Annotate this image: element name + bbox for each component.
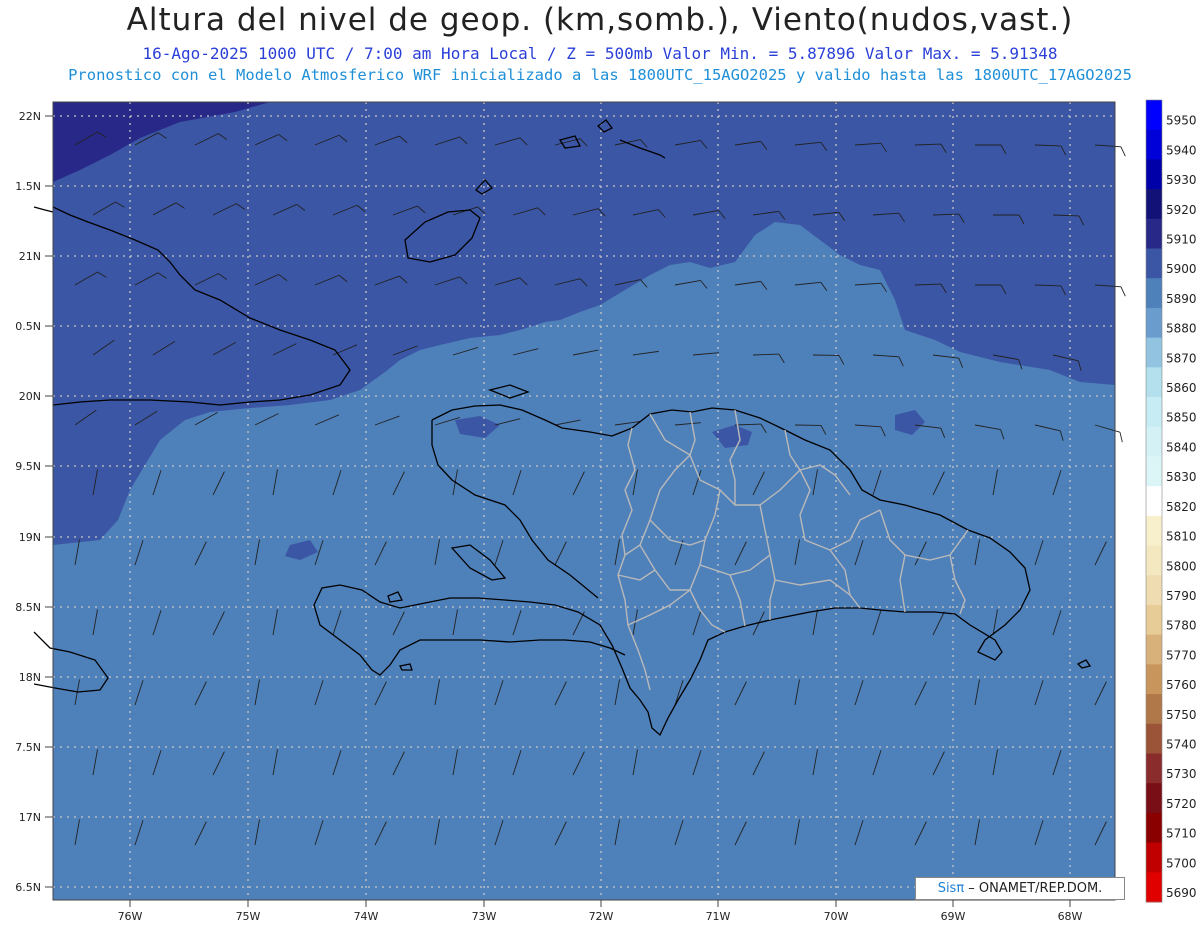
colorbar-swatch [1146, 842, 1162, 873]
colorbar-label: 5920 [1166, 203, 1197, 217]
colorbar-swatch [1146, 367, 1162, 398]
lat-label: 17N [19, 811, 41, 824]
colorbar-swatch [1146, 634, 1162, 665]
colorbar-label: 5790 [1166, 589, 1197, 603]
lat-label: 22N [19, 110, 41, 123]
colorbar-label: 5940 [1166, 143, 1197, 157]
lat-label: 6.5N [15, 881, 41, 894]
lat-label: 1.5N [15, 180, 41, 193]
colorbar-swatch [1146, 872, 1162, 903]
colorbar-swatch [1146, 604, 1162, 636]
colorbar-swatch [1146, 783, 1162, 814]
colorbar-swatch [1146, 307, 1162, 339]
colorbar-swatch [1146, 545, 1162, 576]
lon-label: 72W [589, 910, 614, 923]
latitude-labels: 22N 1.5N 21N 0.5N 20N 9.5N 19N 8.5N 18N 7.5N 17N 6.… [15, 110, 53, 894]
colorbar-label: 5740 [1166, 737, 1197, 751]
colorbar-swatch [1146, 159, 1162, 190]
colorbar-label: 5900 [1166, 262, 1197, 276]
colorbar-swatch [1146, 129, 1162, 160]
colorbar-label: 5800 [1166, 559, 1197, 573]
lat-label: 20N [19, 390, 41, 403]
colorbar-swatch [1146, 397, 1162, 428]
lat-label: 9.5N [15, 460, 41, 473]
colorbar-label: 5910 [1166, 233, 1197, 247]
colorbar-label: 5690 [1166, 886, 1197, 900]
sispi-logo-text: Sisπ [937, 881, 965, 896]
longitude-labels: 76W 75W 74W 73W 72W 71W 70W 69W 68W [118, 900, 1083, 923]
colorbar-label: 5840 [1166, 440, 1197, 454]
colorbar-swatch [1146, 723, 1162, 754]
colorbar-swatch [1146, 100, 1162, 131]
colorbar-label: 5700 [1166, 856, 1197, 870]
lon-label: 73W [472, 910, 497, 923]
colorbar-swatch [1146, 575, 1162, 606]
map-canvas: 22N 1.5N 21N 0.5N 20N 9.5N 19N 8.5N 18N 7.5N 17N 6.… [15, 99, 1197, 923]
lon-label: 70W [824, 910, 849, 923]
colorbar-label: 5730 [1166, 767, 1197, 781]
colorbar-label: 5760 [1166, 678, 1197, 692]
colorbar-swatch [1146, 189, 1162, 220]
colorbar-label: 5870 [1166, 351, 1197, 365]
lat-label: 8.5N [15, 601, 41, 614]
lon-label: 76W [118, 910, 143, 923]
colorbar-swatch [1146, 486, 1162, 517]
lon-label: 74W [354, 910, 379, 923]
colorbar-label: 5720 [1166, 797, 1197, 811]
colorbar: 5950 5940 5930 5920 5910 5900 5890 5880 5870 5860… [1145, 99, 1197, 903]
lon-label: 68W [1058, 910, 1083, 923]
colorbar-swatch [1146, 664, 1162, 695]
colorbar-swatch [1146, 753, 1162, 784]
colorbar-label: 5770 [1166, 648, 1197, 662]
colorbar-label: 5810 [1166, 530, 1197, 544]
colorbar-swatch [1146, 812, 1162, 844]
credit-box: Sisπ – ONAMET/REP.DOM. [915, 877, 1125, 900]
lat-label: 18N [19, 671, 41, 684]
credit-text: – ONAMET/REP.DOM. [964, 881, 1103, 896]
colorbar-swatch [1146, 248, 1162, 279]
colorbar-label: 5830 [1166, 470, 1197, 484]
lon-label: 71W [706, 910, 731, 923]
lat-label: 7.5N [15, 741, 41, 754]
colorbar-swatch [1146, 426, 1162, 457]
lon-label: 75W [236, 910, 261, 923]
colorbar-swatch [1146, 337, 1162, 368]
colorbar-label: 5880 [1166, 322, 1197, 336]
lon-label: 69W [941, 910, 966, 923]
colorbar-label: 5710 [1166, 827, 1197, 841]
colorbar-swatch [1146, 694, 1162, 725]
lat-label: 0.5N [15, 320, 41, 333]
colorbar-label: 5780 [1166, 619, 1197, 633]
colorbar-label: 5860 [1166, 381, 1197, 395]
colorbar-label: 5750 [1166, 708, 1197, 722]
colorbar-swatch [1146, 218, 1162, 250]
colorbar-label: 5890 [1166, 292, 1197, 306]
colorbar-label: 5950 [1166, 114, 1197, 128]
colorbar-label: 5820 [1166, 500, 1197, 514]
colorbar-swatch [1146, 278, 1162, 309]
lat-label: 21N [19, 250, 41, 263]
colorbar-swatch [1146, 456, 1162, 487]
colorbar-label: 5930 [1166, 173, 1197, 187]
lat-label: 19N [19, 531, 41, 544]
colorbar-label: 5850 [1166, 411, 1197, 425]
colorbar-swatch [1146, 515, 1162, 547]
